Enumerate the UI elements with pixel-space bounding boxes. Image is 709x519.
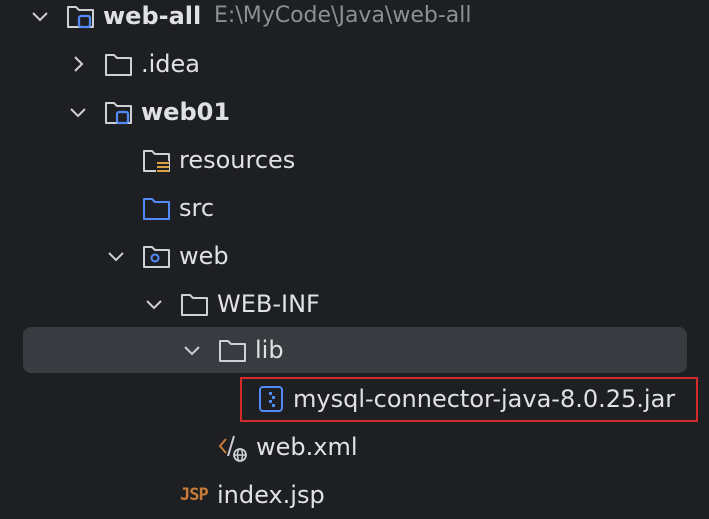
tree-label-web: web xyxy=(179,242,229,270)
chevron-down-icon[interactable] xyxy=(66,100,90,124)
tree-label-lib: lib xyxy=(255,336,284,364)
tree-label-web-inf: WEB-INF xyxy=(217,290,320,318)
tree-row-web01[interactable]: web01 xyxy=(0,88,709,136)
tree-label-web01: web01 xyxy=(141,98,231,126)
resources-folder-icon xyxy=(143,150,170,173)
tree-label-idea: .idea xyxy=(141,50,201,78)
tree-row-src[interactable]: src xyxy=(0,184,709,232)
jsp-icon: JSP xyxy=(180,485,209,505)
tree-label-index-jsp: index.jsp xyxy=(217,481,325,509)
tree-label-src: src xyxy=(179,194,215,222)
tree-label-resources: resources xyxy=(179,146,296,174)
tree-row-web-xml[interactable]: web.xml xyxy=(0,423,709,471)
tree-row-web-inf[interactable]: WEB-INF xyxy=(0,280,709,328)
tree-row-resources[interactable]: resources xyxy=(0,136,709,184)
source-folder-icon xyxy=(143,198,170,220)
web-folder-icon xyxy=(143,246,170,268)
tree-row-lib[interactable]: lib xyxy=(0,326,709,374)
module-folder-icon xyxy=(105,102,132,125)
chevron-down-icon[interactable] xyxy=(142,292,166,316)
root-path-text: E:\MyCode\Java\web-all xyxy=(214,3,472,28)
project-tree: web-all E:\MyCode\Java\web-all .idea web… xyxy=(0,0,709,519)
folder-icon xyxy=(181,294,208,316)
xml-web-icon xyxy=(218,435,247,462)
chevron-down-icon[interactable] xyxy=(180,338,204,362)
folder-icon xyxy=(105,54,132,76)
folder-icon xyxy=(219,340,246,362)
chevron-right-icon[interactable] xyxy=(66,52,90,76)
tree-label-web-xml: web.xml xyxy=(256,433,358,461)
annotation-highlight-box xyxy=(240,377,698,422)
tree-row-web-all[interactable]: web-all E:\MyCode\Java\web-all xyxy=(0,0,709,40)
tree-row-idea[interactable]: .idea xyxy=(0,40,709,88)
chevron-down-icon[interactable] xyxy=(28,4,52,28)
chevron-down-icon[interactable] xyxy=(104,244,128,268)
tree-row-web[interactable]: web xyxy=(0,232,709,280)
tree-label-root: web-all xyxy=(103,2,202,30)
module-folder-icon xyxy=(67,6,94,29)
selection-highlight xyxy=(23,327,687,373)
tree-row-index-jsp[interactable]: JSP index.jsp xyxy=(0,471,709,519)
